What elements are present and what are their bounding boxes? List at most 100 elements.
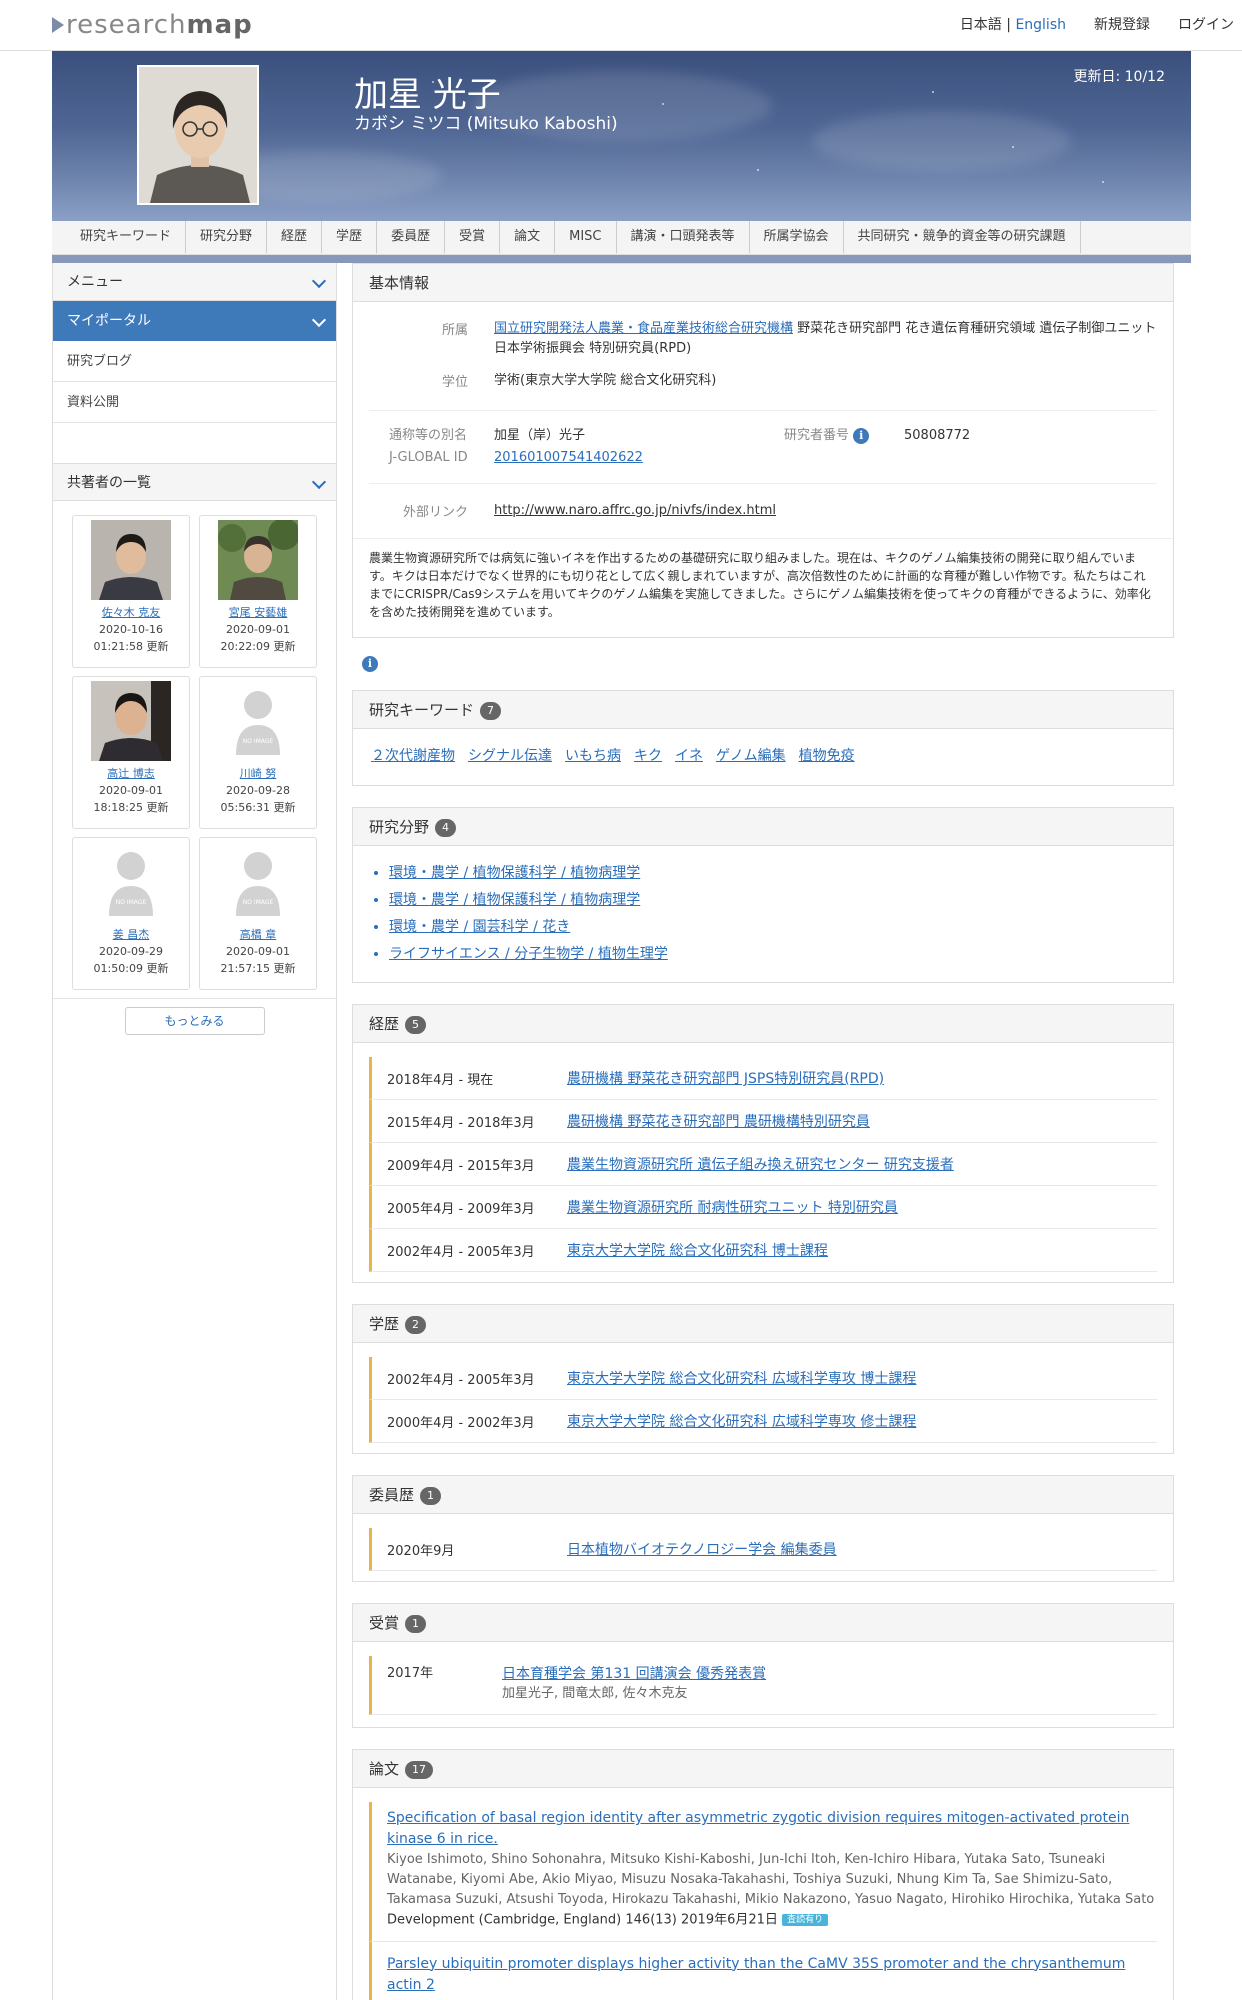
tab-keywords[interactable]: 研究キーワード [66, 221, 187, 253]
banner-star [1012, 146, 1014, 148]
career-panel: 経歴 5 2018年4月 - 現在 農研機構 野菜花き研究部門 JSPS特別研究員(… [352, 1004, 1174, 1283]
list-item: 環境・農学 / 園芸科学 / 花き [389, 914, 1173, 941]
tab-fields[interactable]: 研究分野 [186, 221, 268, 253]
lang-english[interactable]: English [1015, 17, 1066, 33]
paper-title-link[interactable]: Parsley ubiquitin promoter displays high… [387, 1954, 1157, 1996]
lang-japanese[interactable]: 日本語 [960, 17, 1002, 33]
banner-star [662, 103, 664, 105]
sidebar-item-materials[interactable]: 資料公開 [53, 382, 336, 423]
coauthor-card[interactable]: 宮尾 安藝雄 2020-09-01 20:22:09 更新 [199, 515, 317, 668]
chevron-down-icon [311, 273, 327, 289]
keyword-link[interactable]: キク [634, 745, 662, 765]
info-icon[interactable]: i [362, 656, 378, 672]
coauthor-name[interactable]: 川崎 努 [200, 765, 316, 782]
coauthor-card[interactable]: 高辻 博志 2020-09-01 18:18:25 更新 [72, 676, 190, 829]
coauthor-photo [91, 681, 171, 761]
committee-header: 委員歴 1 [353, 1476, 1173, 1514]
career-link[interactable]: 農研機構 野菜花き研究部門 JSPS特別研究員(RPD) [567, 1068, 884, 1088]
external-link-row: 外部リンク http://www.naro.affrc.go.jp/nivfs/… [369, 498, 1157, 524]
coauthor-photo [91, 520, 171, 600]
tab-misc[interactable]: MISC [555, 221, 617, 253]
alias-row: 通称等の別名 加星（岸）光子 研究者番号 i 50808772 [369, 425, 1157, 447]
sidebar-item-blog[interactable]: 研究ブログ [53, 341, 336, 382]
coauthor-name[interactable]: 高辻 博志 [73, 765, 189, 782]
coauthor-date: 2020-09-01 [226, 623, 290, 636]
researcher-id-label: 研究者番号 i [784, 425, 904, 447]
awards-count-badge: 1 [405, 1614, 427, 1633]
sidebar-item-portal[interactable]: マイポータル [53, 301, 336, 341]
logo-triangle-icon [52, 17, 64, 33]
register-link[interactable]: 新規登録 [1094, 14, 1150, 34]
coauthor-card[interactable]: NO IMAGE 高橋 章 2020-09-01 21:57:15 更新 [199, 837, 317, 990]
coauthor-photo [218, 520, 298, 600]
coauthor-card[interactable]: 佐々木 克友 2020-10-16 01:21:58 更新 [72, 515, 190, 668]
researchmap-logo[interactable]: research map [52, 10, 253, 40]
education-link[interactable]: 東京大学大学院 総合文化研究科 広域科学専攻 修士課程 [567, 1411, 916, 1431]
login-link[interactable]: ログイン [1178, 14, 1234, 34]
research-summary: 農業生物資源研究所では病気に強いイネを作出するための基礎研究に取り組みました。現… [353, 538, 1173, 637]
award-date: 2017年 [387, 1666, 434, 1681]
coauthor-card[interactable]: NO IMAGE 川崎 努 2020-09-28 05:56:31 更新 [199, 676, 317, 829]
career-date: 2018年4月 - 現在 [387, 1072, 494, 1088]
committee-item: 2020年9月 日本植物バイオテクノロジー学会 編集委員 [369, 1528, 1157, 1571]
menu-header[interactable]: メニュー [53, 263, 336, 301]
keyword-link[interactable]: ゲノム編集 [716, 745, 786, 765]
paper-title-link[interactable]: Specification of basal region identity a… [387, 1808, 1157, 1850]
career-link[interactable]: 農業生物資源研究所 遺伝子組み換え研究センター 研究支援者 [567, 1154, 954, 1174]
committee-list: 2020年9月 日本植物バイオテクノロジー学会 編集委員 [353, 1514, 1173, 1581]
jglobal-label: J-GLOBAL ID [389, 450, 468, 465]
coauthor-name[interactable]: 佐々木 克友 [73, 604, 189, 621]
coauthor-card[interactable]: NO IMAGE 姜 昌杰 2020-09-29 01:50:09 更新 [72, 837, 190, 990]
tab-societies[interactable]: 所属学協会 [750, 221, 844, 253]
keyword-link[interactable]: いもち病 [565, 745, 621, 765]
career-link[interactable]: 農研機構 野菜花き研究部門 農研機構特別研究員 [567, 1111, 870, 1131]
show-more-coauthors-button[interactable]: もっとみる [124, 1007, 265, 1035]
list-item: ライフサイエンス / 分子生物学 / 植物生理学 [389, 941, 1173, 968]
field-link[interactable]: ライフサイエンス / 分子生物学 / 植物生理学 [389, 946, 668, 962]
info-icon[interactable]: i [853, 428, 870, 444]
award-link[interactable]: 日本育種学会 第131 回講演会 優秀発表賞 [502, 1664, 766, 1684]
tab-awards[interactable]: 受賞 [445, 221, 501, 253]
career-link[interactable]: 東京大学大学院 総合文化研究科 博士課程 [567, 1240, 828, 1260]
committee-link[interactable]: 日本植物バイオテクノロジー学会 編集委員 [567, 1539, 837, 1559]
career-link[interactable]: 農業生物資源研究所 耐病性研究ユニット 特別研究員 [567, 1197, 898, 1217]
tab-career[interactable]: 経歴 [267, 221, 323, 253]
field-link[interactable]: 環境・農学 / 園芸科学 / 花き [389, 919, 570, 935]
coauthor-date: 2020-09-01 [226, 945, 290, 958]
field-link[interactable]: 環境・農学 / 植物保護科学 / 植物病理学 [389, 865, 640, 881]
tab-committee[interactable]: 委員歴 [377, 221, 446, 253]
lang-separator: | [1001, 17, 1016, 33]
keyword-link[interactable]: 植物免疫 [799, 745, 855, 765]
basic-info-header: 基本情報 [353, 264, 1173, 302]
coauthor-name[interactable]: 宮尾 安藝雄 [200, 604, 316, 621]
keyword-link[interactable]: シグナル伝達 [468, 745, 552, 765]
tab-presentations[interactable]: 講演・口頭発表等 [617, 221, 750, 253]
keyword-link[interactable]: ２次代謝産物 [371, 745, 455, 765]
external-link[interactable]: http://www.naro.affrc.go.jp/nivfs/index.… [494, 501, 776, 521]
basic-info-body: 所属 国立研究開発法人農業・食品産業技術総合研究機構 野菜花き研究部門 花き遺伝… [353, 302, 1173, 402]
no-image-avatar-icon: NO IMAGE [218, 681, 298, 761]
svg-text:NO IMAGE: NO IMAGE [243, 738, 274, 745]
coauthor-name[interactable]: 姜 昌杰 [73, 926, 189, 943]
banner-star [757, 169, 759, 171]
tab-education[interactable]: 学歴 [322, 221, 378, 253]
coauthors-header[interactable]: 共著者の一覧 [53, 463, 336, 501]
career-date: 2005年4月 - 2009年3月 [387, 1201, 535, 1217]
info-icon-row: i [362, 655, 1174, 672]
logo-text-research: research [66, 10, 187, 40]
keyword-link[interactable]: イネ [675, 745, 703, 765]
fields-panel: 研究分野4 環境・農学 / 植物保護科学 / 植物病理学 環境・農学 / 植物保… [352, 807, 1174, 983]
affiliation-link[interactable]: 国立研究開発法人農業・食品産業技術総合研究機構 [494, 321, 793, 336]
career-item: 2002年4月 - 2005年3月 東京大学大学院 総合文化研究科 博士課程 [369, 1229, 1157, 1272]
researcher-id-value: 50808772 [904, 428, 971, 443]
coauthor-name[interactable]: 高橋 章 [200, 926, 316, 943]
svg-text:NO IMAGE: NO IMAGE [243, 899, 274, 906]
paper-item: Specification of basal region identity a… [369, 1802, 1157, 1942]
jglobal-link[interactable]: 201601007541402622 [494, 447, 643, 469]
tab-projects[interactable]: 共同研究・競争的資金等の研究課題 [844, 221, 1081, 253]
field-link[interactable]: 環境・農学 / 植物保護科学 / 植物病理学 [389, 892, 640, 908]
award-item: 2017年 日本育種学会 第131 回講演会 優秀発表賞 加星光子, 間竜太郎,… [369, 1656, 1157, 1715]
education-link[interactable]: 東京大学大学院 総合文化研究科 広域科学専攻 博士課程 [567, 1368, 916, 1388]
coauthor-date: 2020-09-01 [99, 784, 163, 797]
tab-papers[interactable]: 論文 [500, 221, 556, 253]
